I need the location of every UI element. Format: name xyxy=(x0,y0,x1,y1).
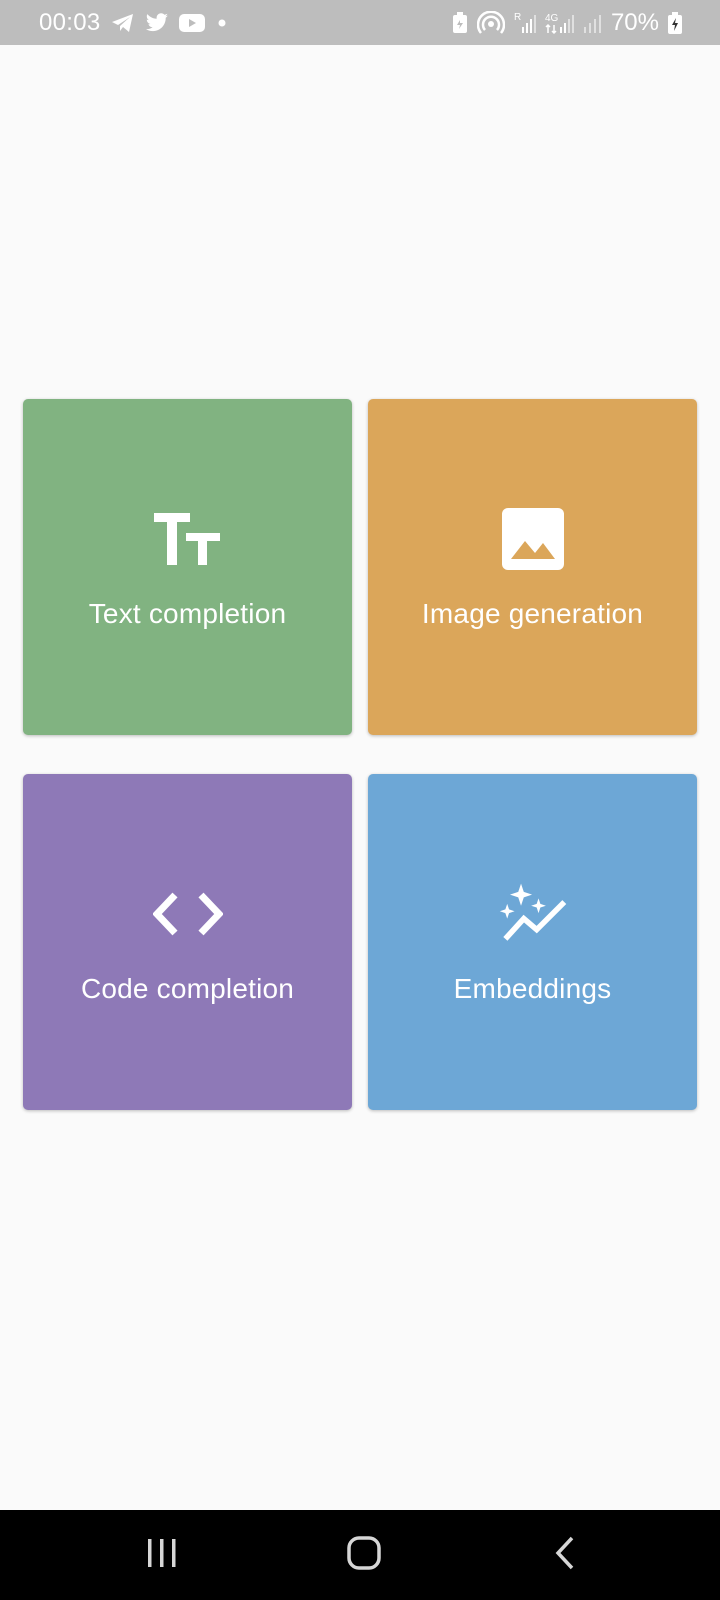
back-icon xyxy=(550,1535,580,1576)
signal-roaming-icon: R xyxy=(514,11,536,35)
status-right: R 4G 70% xyxy=(452,0,682,45)
twitter-icon xyxy=(145,12,169,33)
status-bar: 00:03 R 4G 70% xyxy=(0,0,720,45)
youtube-icon xyxy=(178,13,205,32)
tile-image-generation[interactable]: Image generation xyxy=(368,399,697,735)
status-time: 00:03 xyxy=(39,8,101,36)
auto-graph-icon xyxy=(498,879,568,949)
home-icon xyxy=(346,1535,382,1576)
recents-button[interactable] xyxy=(102,1510,222,1600)
network-label: 4G xyxy=(545,13,559,24)
screen: 00:03 R 4G 70% Text completion Image gen… xyxy=(0,0,720,1600)
battery-charging-icon xyxy=(668,11,682,35)
dot-icon xyxy=(215,16,229,30)
tile-label: Embeddings xyxy=(453,973,612,1004)
home-button[interactable] xyxy=(304,1510,424,1600)
battery-percent: 70% xyxy=(610,8,659,36)
status-left: 00:03 xyxy=(39,0,229,45)
telegram-icon xyxy=(111,12,135,34)
navigation-bar xyxy=(0,1510,720,1600)
signal-icon xyxy=(583,11,602,35)
battery-saver-icon xyxy=(452,11,468,34)
roaming-label: R xyxy=(514,12,521,23)
tile-label: Image generation xyxy=(421,598,644,629)
tile-label: Code completion xyxy=(80,973,295,1004)
text-fields-icon xyxy=(153,504,223,574)
tile-embeddings[interactable]: Embeddings xyxy=(368,774,697,1110)
code-icon xyxy=(152,879,223,949)
hotspot-icon xyxy=(476,10,505,35)
signal-4g-icon: 4G xyxy=(545,11,575,35)
back-button[interactable] xyxy=(505,1510,625,1600)
recents-icon xyxy=(145,1536,179,1575)
tile-code-completion[interactable]: Code completion xyxy=(23,774,352,1110)
tile-label: Text completion xyxy=(88,598,287,629)
tile-text-completion[interactable]: Text completion xyxy=(23,399,352,735)
image-icon xyxy=(498,504,568,574)
